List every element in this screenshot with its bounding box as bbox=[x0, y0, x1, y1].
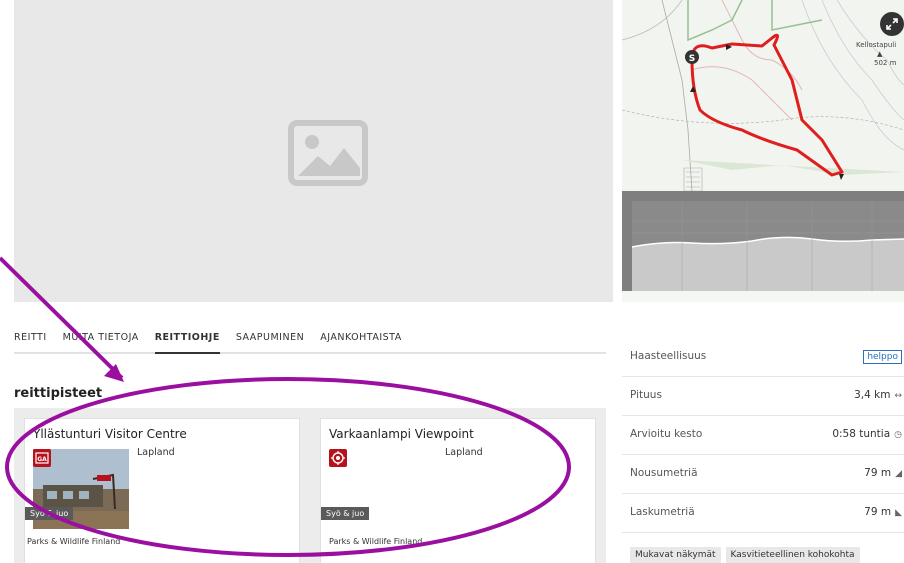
length-icon: ↔ bbox=[894, 391, 902, 401]
elevation-profile[interactable] bbox=[622, 191, 904, 291]
ascent-value: 79 m bbox=[864, 467, 892, 479]
image-placeholder-icon bbox=[288, 120, 368, 186]
map-canvas: S bbox=[622, 0, 904, 191]
peak-name-label: Kellostapuli bbox=[856, 41, 897, 49]
waypoint-card[interactable]: Varkaanlampi Viewpoint Lapland Syö & juo… bbox=[320, 418, 596, 563]
peak-elevation-label: 502 m bbox=[874, 59, 897, 67]
expand-map-button[interactable] bbox=[880, 12, 904, 36]
expand-icon bbox=[886, 18, 898, 30]
waypoint-organization: Parks & Wildlife Finland bbox=[329, 537, 423, 546]
tab-ajankohtaista[interactable]: AJANKOHTAISTA bbox=[320, 330, 402, 352]
stat-value: 3,4 km ↔ bbox=[854, 389, 902, 401]
route-tabs: REITTI MUITA TIETOJA REITTIOHJE SAAPUMIN… bbox=[14, 330, 606, 354]
descent-value: 79 m bbox=[864, 506, 892, 518]
stat-ascent: Nousumetriä 79 m ◢ bbox=[622, 455, 904, 494]
waypoints-heading: reittipisteet bbox=[14, 386, 103, 401]
stat-length: Pituus 3,4 km ↔ bbox=[622, 377, 904, 416]
length-value: 3,4 km bbox=[854, 389, 891, 401]
peak-triangle-icon: ▲ bbox=[877, 50, 883, 58]
duration-value: 0:58 tuntia bbox=[832, 428, 891, 440]
waypoint-title: Varkaanlampi Viewpoint bbox=[329, 427, 474, 441]
stat-label: Pituus bbox=[630, 389, 662, 401]
tab-saapuminen[interactable]: SAAPUMINEN bbox=[236, 330, 304, 352]
waypoint-card[interactable]: Yllästunturi Visitor Centre GA Lapland S… bbox=[24, 418, 300, 563]
stat-descent: Laskumetriä 79 m ◣ bbox=[622, 494, 904, 533]
stat-value: 79 m ◣ bbox=[864, 506, 902, 518]
tab-reittiohje[interactable]: REITTIOHJE bbox=[154, 330, 220, 354]
stat-label: Laskumetriä bbox=[630, 506, 695, 518]
waypoint-title: Yllästunturi Visitor Centre bbox=[33, 427, 187, 441]
route-tags: Mukavat näkymät Kasvitieteellinen kohoko… bbox=[630, 547, 860, 563]
tab-muita-tietoja[interactable]: MUITA TIETOJA bbox=[63, 330, 139, 352]
clock-icon: ◷ bbox=[894, 430, 902, 440]
hero-image[interactable] bbox=[14, 0, 613, 302]
visitor-centre-icon: GA bbox=[33, 449, 51, 467]
stat-label: Haasteellisuus bbox=[630, 350, 707, 362]
waypoint-organization: Parks & Wildlife Finland bbox=[27, 537, 121, 546]
category-badge: Syö & juo bbox=[25, 507, 74, 520]
stat-difficulty: Haasteellisuus helppo bbox=[622, 338, 904, 377]
svg-text:GA: GA bbox=[37, 456, 47, 463]
waypoints-list: Yllästunturi Visitor Centre GA Lapland S… bbox=[14, 408, 606, 563]
viewpoint-icon bbox=[329, 449, 347, 467]
stat-value: 79 m ◢ bbox=[864, 467, 902, 479]
category-badge: Syö & juo bbox=[321, 507, 370, 520]
waypoint-region: Lapland bbox=[137, 447, 175, 458]
difficulty-badge: helppo bbox=[863, 350, 902, 364]
tag-chip[interactable]: Kasvitieteellinen kohokohta bbox=[725, 547, 860, 563]
route-stats: Haasteellisuus helppo Pituus 3,4 km ↔ Arv… bbox=[622, 338, 904, 533]
route-map[interactable]: S Kellostapuli ▲ 502 m bbox=[622, 0, 904, 302]
stat-duration: Arvioitu kesto 0:58 tuntia ◷ bbox=[622, 416, 904, 455]
descent-icon: ◣ bbox=[895, 508, 902, 518]
stat-label: Arvioitu kesto bbox=[630, 428, 703, 440]
ascent-icon: ◢ bbox=[895, 469, 902, 479]
stat-label: Nousumetriä bbox=[630, 467, 698, 479]
annotation-arrowhead-icon bbox=[104, 364, 124, 382]
tag-chip[interactable]: Mukavat näkymät bbox=[630, 547, 721, 563]
start-marker: S bbox=[689, 54, 695, 64]
stat-value: 0:58 tuntia ◷ bbox=[832, 428, 902, 440]
waypoint-region: Lapland bbox=[445, 447, 483, 458]
elevation-profile-graph bbox=[631, 201, 904, 291]
tab-reitti[interactable]: REITTI bbox=[14, 330, 47, 352]
